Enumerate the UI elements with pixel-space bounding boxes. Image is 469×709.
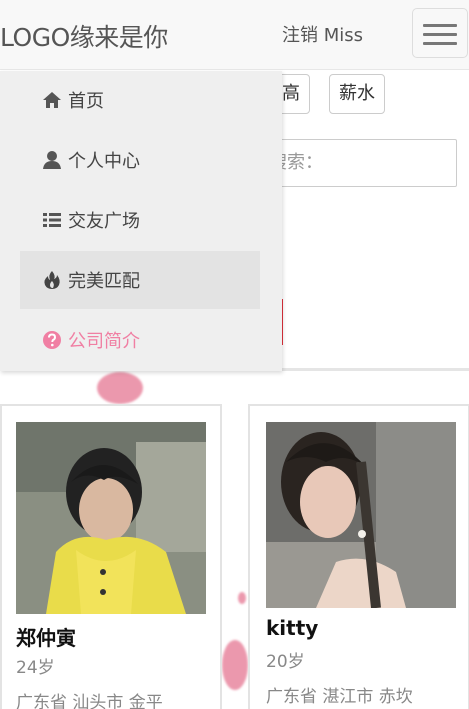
- menu-item-label: 交友广场: [68, 211, 140, 232]
- menu-item-profile[interactable]: 个人中心: [20, 131, 260, 189]
- profile-age: 24岁: [16, 658, 55, 678]
- hamburger-bar-icon: [423, 24, 457, 27]
- menu-item-match[interactable]: 完美匹配: [20, 251, 260, 309]
- list-icon: [42, 210, 62, 230]
- profile-photo-image: [16, 422, 206, 614]
- profile-photo[interactable]: [266, 422, 456, 608]
- brand-logo[interactable]: LOGO缘来是你: [0, 18, 168, 54]
- menu-item-label: 完美匹配: [68, 271, 140, 292]
- page: LOGO缘来是你 注销 Miss 高 薪水 搜索： 郑仲寅 24岁 广东省 汕头…: [0, 0, 469, 709]
- profile-age: 20岁: [266, 652, 305, 672]
- home-icon: [42, 90, 62, 110]
- user-icon: [42, 150, 62, 170]
- profile-photo-image: [266, 422, 456, 608]
- nav-dropdown-menu: 首页 个人中心 交友广场 完美匹配 公司简介: [0, 71, 282, 371]
- search-input[interactable]: 搜索：: [260, 139, 457, 187]
- fire-icon: [42, 270, 62, 290]
- menu-item-about[interactable]: 公司简介: [20, 311, 260, 369]
- profile-card[interactable]: 郑仲寅 24岁 广东省 汕头市 金平: [0, 404, 222, 709]
- menu-item-home[interactable]: 首页: [20, 71, 260, 129]
- menu-toggle-button[interactable]: [412, 8, 468, 58]
- menu-item-label: 个人中心: [68, 151, 140, 172]
- filter-button-salary[interactable]: 薪水: [329, 74, 385, 114]
- logout-link[interactable]: 注销 Miss: [282, 21, 363, 47]
- menu-item-label: 首页: [68, 91, 104, 112]
- question-circle-icon: [42, 330, 62, 350]
- navbar: LOGO缘来是你 注销 Miss: [0, 0, 469, 70]
- menu-item-label: 公司简介: [68, 331, 140, 352]
- petal-decoration: [222, 640, 248, 690]
- profile-photo[interactable]: [16, 422, 206, 614]
- hamburger-bar-icon: [423, 42, 457, 45]
- menu-item-square[interactable]: 交友广场: [20, 191, 260, 249]
- petal-decoration: [238, 592, 246, 604]
- petal-decoration: [97, 372, 143, 404]
- profile-name[interactable]: 郑仲寅: [16, 622, 76, 651]
- profile-card[interactable]: kitty 20岁 广东省 湛江市 赤坎: [248, 404, 469, 709]
- profile-address: 广东省 汕头市 金平: [16, 693, 163, 709]
- hamburger-bar-icon: [423, 33, 457, 36]
- profile-name[interactable]: kitty: [266, 616, 318, 640]
- profile-address: 广东省 湛江市 赤坎: [266, 687, 413, 707]
